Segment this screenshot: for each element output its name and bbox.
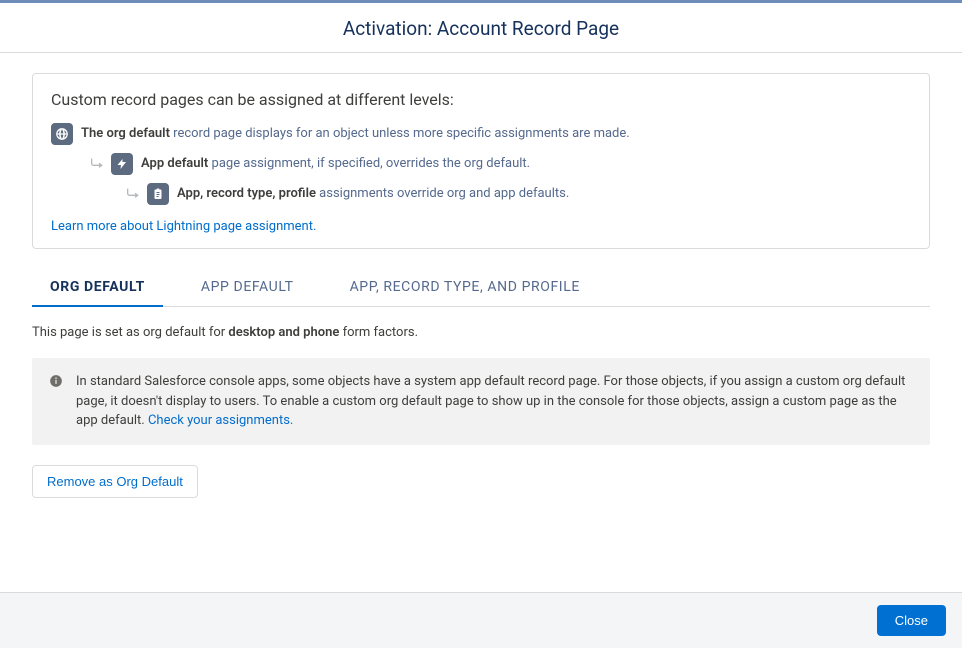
clipboard-icon bbox=[147, 183, 169, 205]
org-rest: record page displays for an object unles… bbox=[170, 126, 630, 141]
hierarchy-text-art: App, record type, profile assignments ov… bbox=[177, 184, 569, 204]
modal-title: Activation: Account Record Page bbox=[0, 17, 962, 40]
assignment-info-card: Custom record pages can be assigned at d… bbox=[32, 73, 930, 249]
sub-arrow-icon bbox=[87, 155, 107, 173]
notice-text: In standard Salesforce console apps, som… bbox=[76, 372, 914, 431]
console-notice: In standard Salesforce console apps, som… bbox=[32, 358, 930, 445]
hierarchy-text-org: The org default record page displays for… bbox=[81, 124, 630, 144]
hierarchy-text-app: App default page assignment, if specifie… bbox=[141, 154, 530, 174]
lightning-icon bbox=[111, 153, 133, 175]
assignment-tabs: ORG DEFAULT APP DEFAULT APP, RECORD TYPE… bbox=[32, 269, 930, 307]
info-icon bbox=[48, 373, 64, 389]
learn-more-link[interactable]: Learn more about Lightning page assignme… bbox=[51, 219, 316, 234]
status-suffix: form factors. bbox=[339, 325, 418, 340]
org-bold: The org default bbox=[81, 126, 170, 141]
hierarchy-row-org: The org default record page displays for… bbox=[51, 123, 911, 145]
modal-header: Activation: Account Record Page bbox=[0, 3, 962, 53]
info-card-title: Custom record pages can be assigned at d… bbox=[51, 90, 911, 109]
close-button[interactable]: Close bbox=[877, 605, 946, 636]
status-bold: desktop and phone bbox=[228, 325, 339, 340]
art-bold: App, record type, profile bbox=[177, 186, 316, 201]
modal-body: Custom record pages can be assigned at d… bbox=[0, 53, 962, 592]
globe-icon bbox=[51, 123, 73, 145]
hierarchy-row-art: App, record type, profile assignments ov… bbox=[123, 183, 911, 205]
remove-org-default-button[interactable]: Remove as Org Default bbox=[32, 465, 198, 498]
org-default-status: This page is set as org default for desk… bbox=[32, 325, 930, 340]
app-bold: App default bbox=[141, 156, 208, 171]
modal-footer: Close bbox=[0, 592, 962, 648]
hierarchy-row-app: App default page assignment, if specifie… bbox=[87, 153, 911, 175]
tab-app-default[interactable]: APP DEFAULT bbox=[183, 269, 312, 306]
app-rest: page assignment, if specified, overrides… bbox=[208, 156, 530, 171]
status-prefix: This page is set as org default for bbox=[32, 325, 228, 340]
activation-modal: Activation: Account Record Page Custom r… bbox=[0, 0, 962, 648]
sub-arrow-icon bbox=[123, 185, 143, 203]
check-assignments-link[interactable]: Check your assignments. bbox=[148, 413, 293, 428]
art-rest: assignments override org and app default… bbox=[316, 186, 569, 201]
tab-org-default[interactable]: ORG DEFAULT bbox=[32, 269, 163, 307]
tab-app-record-type-profile[interactable]: APP, RECORD TYPE, AND PROFILE bbox=[332, 269, 598, 306]
